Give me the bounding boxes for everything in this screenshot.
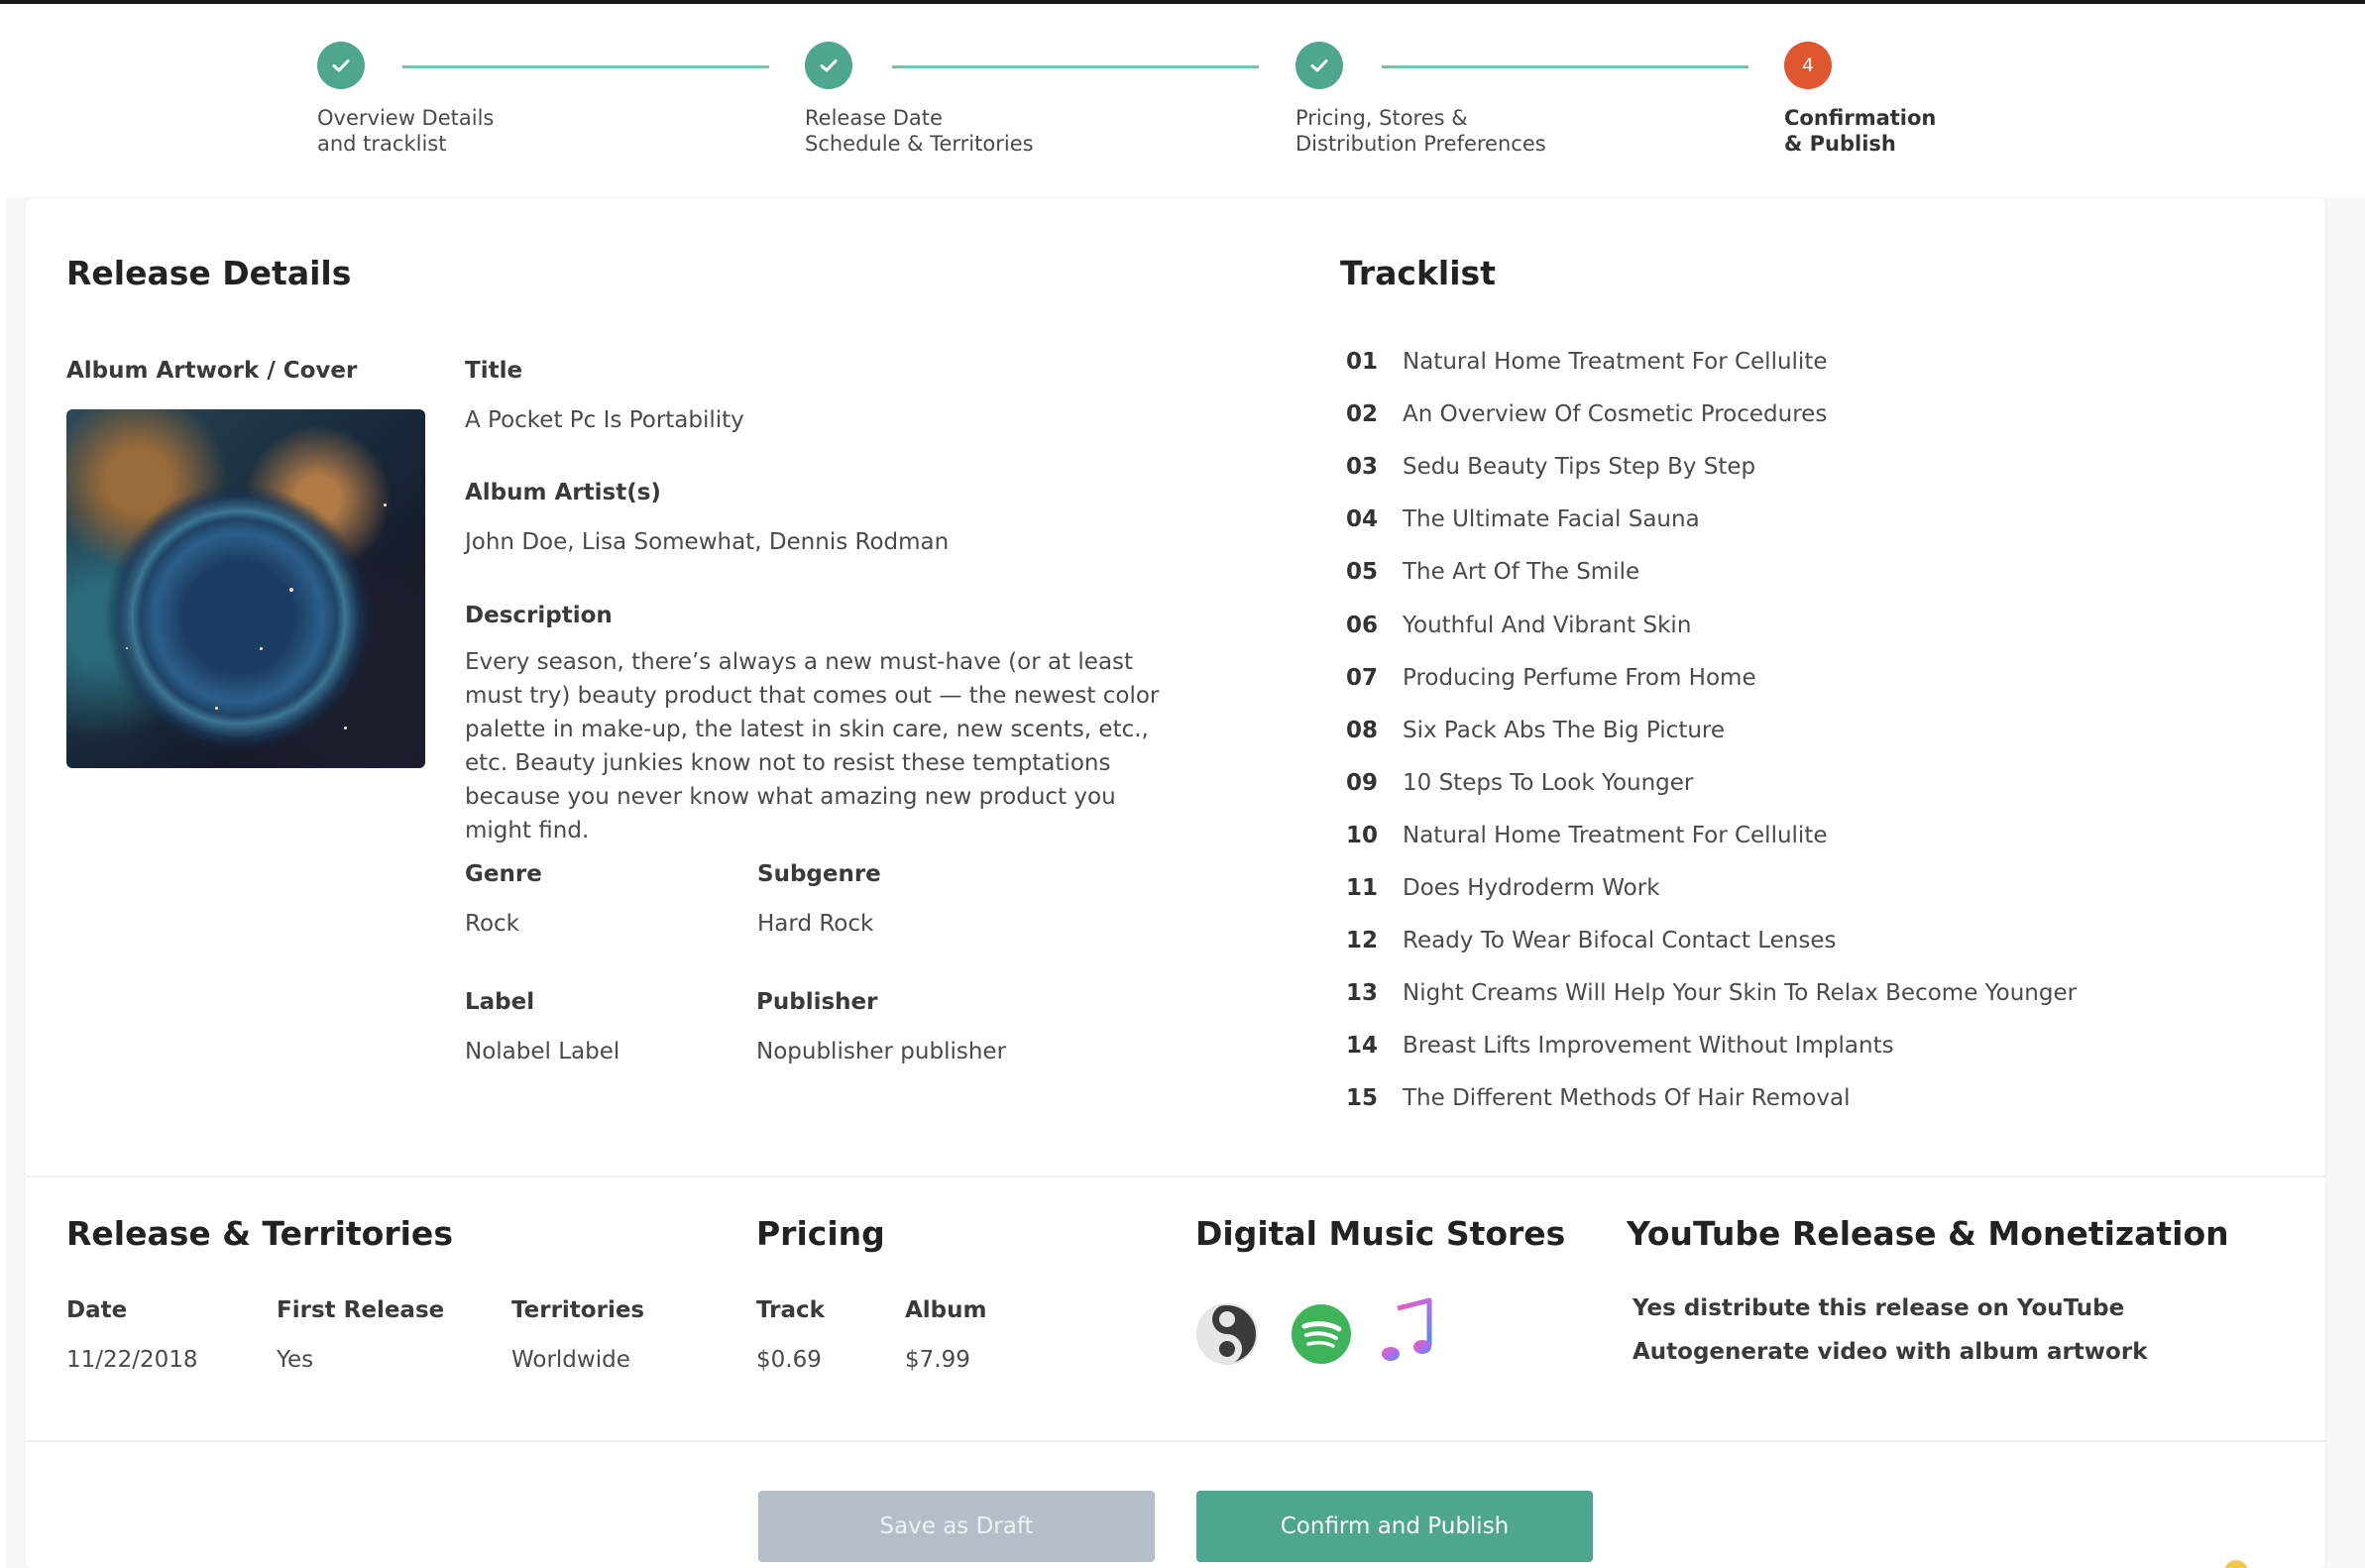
first-release-value: Yes — [277, 1347, 314, 1373]
track-title: The Different Methods Of Hair Removal — [1403, 1085, 1851, 1112]
stores-heading: Digital Music Stores — [1195, 1214, 1566, 1253]
section-divider — [26, 1176, 2325, 1177]
track-number: 04 — [1346, 506, 1379, 533]
track-title: The Ultimate Facial Sauna — [1403, 506, 1700, 533]
youtube-distribute-text: Yes distribute this release on YouTube — [1633, 1295, 2125, 1321]
track-title: Night Creams Will Help Your Skin To Rela… — [1403, 980, 2078, 1007]
album-price-label: Album — [905, 1297, 987, 1323]
description-label: Description — [465, 603, 613, 628]
step-connector — [892, 65, 1259, 68]
track-title: The Art Of The Smile — [1403, 559, 1640, 586]
track-title: Producing Perfume From Home — [1403, 664, 1756, 691]
track-title: 10 Steps To Look Younger — [1403, 769, 1694, 796]
territories-value: Worldwide — [511, 1347, 630, 1373]
track-number: 01 — [1346, 349, 1379, 375]
step-connector — [1382, 65, 1748, 68]
genre-label: Genre — [465, 861, 542, 887]
check-icon — [317, 42, 365, 89]
check-icon — [805, 42, 852, 89]
title-label: Title — [465, 358, 523, 384]
publisher-label: Publisher — [756, 989, 878, 1015]
subgenre-label: Subgenre — [757, 861, 881, 887]
track-number: 07 — [1346, 664, 1379, 691]
check-icon — [1295, 42, 1343, 89]
section-divider — [26, 1440, 2325, 1442]
step-label: Pricing, Stores & Distribution Preferenc… — [1295, 106, 1546, 156]
artwork-label: Album Artwork / Cover — [66, 358, 358, 384]
publisher-value: Nopublisher publisher — [756, 1039, 1007, 1064]
track-number: 14 — [1346, 1033, 1379, 1060]
track-number: 10 — [1346, 822, 1379, 848]
step-number-badge: 4 — [1784, 42, 1832, 89]
spotify-icon — [1290, 1302, 1353, 1366]
track-title: Sedu Beauty Tips Step By Step — [1403, 454, 1756, 481]
album-price-value: $7.99 — [905, 1347, 970, 1373]
save-draft-button[interactable]: Save as Draft — [758, 1491, 1155, 1562]
genre-value: Rock — [465, 911, 519, 937]
track-number: 12 — [1346, 928, 1379, 954]
track-number: 03 — [1346, 454, 1379, 481]
track-number: 06 — [1346, 612, 1379, 638]
territories-label: Territories — [511, 1297, 645, 1323]
track-title: Natural Home Treatment For Cellulite — [1403, 822, 1828, 848]
track-number: 08 — [1346, 717, 1379, 743]
track-number: 11 — [1346, 875, 1379, 901]
deezer-icon — [1195, 1302, 1259, 1366]
step-label: Overview Details and tracklist — [317, 106, 495, 156]
track-price-label: Track — [756, 1297, 825, 1323]
youtube-heading: YouTube Release & Monetization — [1627, 1214, 2229, 1253]
step-label: Confirmation & Publish — [1784, 106, 1937, 156]
left-edge — [0, 4, 6, 1568]
date-value: 11/22/2018 — [66, 1347, 198, 1373]
confirm-publish-button[interactable]: Confirm and Publish — [1196, 1491, 1593, 1562]
progress-stepper: Overview Details and tracklist Release D… — [0, 4, 2365, 197]
date-label: Date — [66, 1297, 128, 1323]
confirmation-card: Release Details Album Artwork / Cover Ti… — [26, 198, 2325, 1568]
track-number: 05 — [1346, 559, 1379, 586]
territories-heading: Release & Territories — [66, 1214, 453, 1253]
youtube-autogenerate-text: Autogenerate video with album artwork — [1633, 1339, 2148, 1365]
release-details-heading: Release Details — [66, 254, 352, 292]
step-connector — [402, 65, 769, 68]
apple-music-icon — [1376, 1296, 1439, 1361]
track-title: Does Hydroderm Work — [1403, 875, 1660, 901]
track-title: Breast Lifts Improvement Without Implant… — [1403, 1033, 1894, 1060]
artists-value: John Doe, Lisa Somewhat, Dennis Rodman — [465, 529, 950, 555]
title-value: A Pocket Pc Is Portability — [465, 407, 744, 433]
track-number: 02 — [1346, 401, 1379, 428]
track-title: An Overview Of Cosmetic Procedures — [1403, 401, 1828, 428]
description-value: Every season, there’s always a new must-… — [465, 649, 1160, 843]
first-release-label: First Release — [277, 1297, 445, 1323]
track-title: Ready To Wear Bifocal Contact Lenses — [1403, 928, 1837, 954]
artists-label: Album Artist(s) — [465, 480, 661, 505]
pricing-heading: Pricing — [756, 1214, 885, 1253]
track-number: 09 — [1346, 769, 1379, 796]
track-title: Youthful And Vibrant Skin — [1403, 612, 1692, 638]
step-label: Release Date Schedule & Territories — [805, 106, 1034, 156]
track-number: 13 — [1346, 980, 1379, 1007]
track-title: Six Pack Abs The Big Picture — [1403, 717, 1726, 743]
track-price-value: $0.69 — [756, 1347, 822, 1373]
track-title: Natural Home Treatment For Cellulite — [1403, 349, 1828, 375]
tracklist-heading: Tracklist — [1340, 254, 1496, 292]
subgenre-value: Hard Rock — [757, 911, 874, 937]
album-artwork — [66, 409, 425, 768]
label-value: Nolabel Label — [465, 1039, 620, 1064]
track-number: 15 — [1346, 1085, 1379, 1112]
label-label: Label — [465, 989, 535, 1015]
